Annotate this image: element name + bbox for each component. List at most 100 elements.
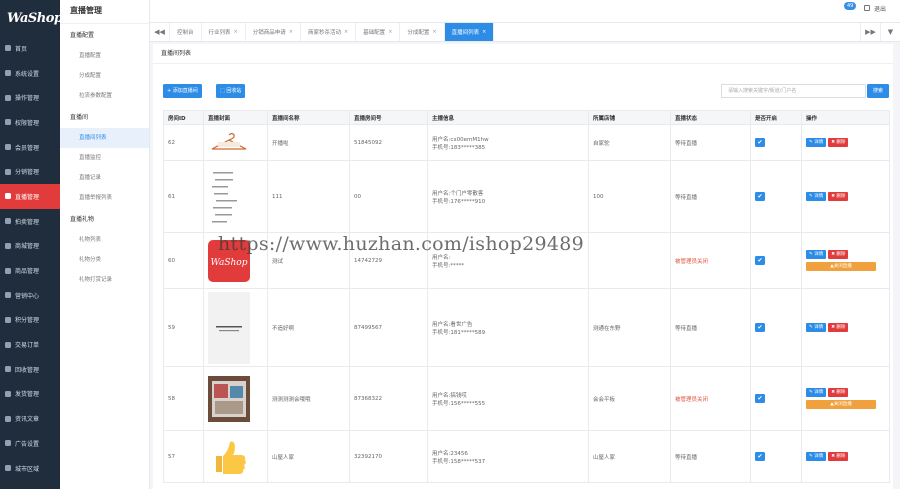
- logout-link[interactable]: 退出: [874, 4, 886, 13]
- submenu-panel: 直播管理 直播配置 直播配置 分成配置 拉流参数配置 直播间 直播间列表 直播监控 直播记录直…: [60, 0, 150, 489]
- sidebar-item-1[interactable]: 系统设置: [0, 61, 60, 86]
- tab-label: 分成配置: [407, 30, 430, 36]
- sidebar-item-12[interactable]: 交易订单: [0, 332, 60, 357]
- cell-shop: 100: [588, 160, 671, 233]
- sidebar-item-17[interactable]: 城市区域: [0, 456, 60, 481]
- tab-close-icon[interactable]: ×: [432, 29, 436, 35]
- sidebar-item-5[interactable]: 分销管理: [0, 159, 60, 184]
- recycle-bin-button[interactable]: ⬚ 回收站: [216, 84, 246, 98]
- sidebar-item-15[interactable]: 资讯文章: [0, 406, 60, 431]
- notification-badge[interactable]: 49: [844, 2, 857, 10]
- submenu-link[interactable]: 礼物列表: [60, 230, 149, 250]
- cell-room-number: 87499567: [349, 288, 428, 367]
- sidebar-item-8[interactable]: 商城管理: [0, 234, 60, 259]
- cell-room-id: 60: [163, 232, 204, 289]
- nav-item-icon: [5, 390, 11, 397]
- sidebar-item-label: 商品管理: [15, 268, 40, 276]
- tab-scroll-left-icon[interactable]: ◀◀: [150, 23, 170, 41]
- tab-close-icon[interactable]: ×: [388, 29, 392, 35]
- logout-icon[interactable]: [864, 5, 870, 11]
- tab-right-controls: ▶▶ ▼: [860, 23, 900, 41]
- sidebar-item-16[interactable]: 广告设置: [0, 431, 60, 456]
- sidebar-item-0[interactable]: 首页: [0, 36, 60, 61]
- tab-close-icon[interactable]: ×: [234, 29, 238, 35]
- submenu-link[interactable]: 礼物分类: [60, 250, 149, 270]
- enabled-checkbox[interactable]: ✔: [755, 138, 765, 147]
- action-group: ✎ 详情 ✖ 删除: [806, 192, 889, 201]
- tab-2[interactable]: 分销商品申请 ×: [246, 23, 301, 41]
- brand-logo[interactable]: WaShop 微商: [0, 0, 68, 36]
- submenu-link[interactable]: 直播监控: [60, 148, 149, 168]
- sidebar-item-11[interactable]: 积分管理: [0, 308, 60, 333]
- detail-button[interactable]: ✎ 详情: [806, 192, 827, 201]
- tab-3[interactable]: 商家秒杀活动 ×: [301, 23, 357, 41]
- detail-button[interactable]: ✎ 详情: [806, 138, 827, 147]
- tab-close-icon[interactable]: ×: [344, 29, 348, 35]
- submenu-link[interactable]: 分成配置: [60, 66, 149, 86]
- close-live-button[interactable]: ▲关闭直播: [806, 262, 876, 271]
- enabled-checkbox[interactable]: ✔: [755, 192, 765, 201]
- tab-label: 控制台: [177, 30, 194, 36]
- tab-scroll-right-icon[interactable]: ▶▶: [860, 23, 880, 41]
- submenu-link[interactable]: 直播配置: [60, 46, 149, 66]
- delete-button[interactable]: ✖ 删除: [828, 138, 849, 147]
- detail-button[interactable]: ✎ 详情: [806, 388, 827, 397]
- close-live-button[interactable]: ▲关闭直播: [806, 400, 876, 409]
- sidebar-item-13[interactable]: 回收管理: [0, 357, 60, 382]
- content-area: 直播间列表 + 添加直播间 ⬚ 回收站 请输入搜索关键字/街道/门户名 搜索 房…: [150, 42, 900, 489]
- sidebar-item-6[interactable]: 直播管理: [0, 184, 60, 209]
- enabled-checkbox[interactable]: ✔: [755, 256, 765, 265]
- column-header: 直播房间号: [349, 110, 428, 125]
- submenu-link[interactable]: 直播间列表: [60, 128, 149, 148]
- room-table: 房间ID 直播封面 直播间名称 直播房间号 主播信息 所属店铺 直播状态 是否开启 操作 62 开…: [163, 110, 890, 483]
- search-input[interactable]: 请输入搜索关键字/街道/门户名: [721, 84, 866, 98]
- tab-4[interactable]: 基础配置 ×: [356, 23, 401, 41]
- action-group: ✎ 详情 ✖ 删除 ▲关闭直播: [806, 388, 889, 409]
- sidebar-item-10[interactable]: 营销中心: [0, 283, 60, 308]
- detail-button[interactable]: ✎ 详情: [806, 250, 827, 259]
- column-header: 直播间名称: [267, 110, 350, 125]
- column-header: 是否开启: [750, 110, 802, 125]
- submenu-link[interactable]: 直播举报列表: [60, 188, 149, 208]
- tab-strip: ◀◀ 控制台 行业列表 × 分销商品申请 × 商家秒杀活动 × 基础配置 × 分成配置 × 直播间列表…: [150, 22, 900, 42]
- tab-more-icon[interactable]: ▼: [880, 23, 900, 41]
- detail-button[interactable]: ✎ 详情: [806, 452, 827, 461]
- tab-0[interactable]: 控制台: [170, 23, 202, 41]
- submenu-link[interactable]: 拉流参数配置: [60, 86, 149, 106]
- sidebar-item-14[interactable]: 发货管理: [0, 382, 60, 407]
- delete-button[interactable]: ✖ 删除: [828, 323, 849, 332]
- cell-room-name: 111: [267, 160, 350, 233]
- delete-button[interactable]: ✖ 删除: [828, 192, 849, 201]
- tab-1[interactable]: 行业列表 ×: [202, 23, 246, 41]
- enabled-checkbox[interactable]: ✔: [755, 452, 765, 461]
- cell-status: 等待直播: [670, 430, 751, 483]
- sidebar-item-4[interactable]: 会员管理: [0, 135, 60, 160]
- add-room-button[interactable]: + 添加直播间: [163, 84, 202, 98]
- sidebar-item-9[interactable]: 商品管理: [0, 258, 60, 283]
- sidebar-item-label: 交易订单: [15, 342, 40, 350]
- enabled-checkbox[interactable]: ✔: [755, 323, 765, 332]
- submenu-link[interactable]: 直播记录: [60, 168, 149, 188]
- tab-5[interactable]: 分成配置 ×: [400, 23, 445, 41]
- submenu-link[interactable]: 礼物打赏记录: [60, 270, 149, 290]
- column-header: 所属店铺: [588, 110, 671, 125]
- action-row: ✎ 详情 ✖ 删除: [806, 388, 889, 397]
- sidebar-nav: 首页 系统设置 操作管理 权限管理 会员管理 分销管理 直播管理 拍卖管理 商城管理商品管理营销…: [0, 36, 60, 489]
- tab-close-icon[interactable]: ×: [482, 29, 486, 35]
- sidebar-item-3[interactable]: 权限管理: [0, 110, 60, 135]
- delete-button[interactable]: ✖ 删除: [828, 452, 849, 461]
- cell-room-number: 00: [349, 160, 428, 233]
- nav-item-icon: [5, 242, 11, 249]
- delete-button[interactable]: ✖ 删除: [828, 388, 849, 397]
- sidebar-item-7[interactable]: 拍卖管理: [0, 209, 60, 234]
- tab-close-icon[interactable]: ×: [289, 29, 293, 35]
- tab-6[interactable]: 直播间列表 ×: [444, 23, 495, 41]
- delete-button[interactable]: ✖ 删除: [828, 250, 849, 259]
- search-button[interactable]: 搜索: [867, 84, 889, 98]
- detail-button[interactable]: ✎ 详情: [806, 323, 827, 332]
- sidebar-item-2[interactable]: 操作管理: [0, 85, 60, 110]
- sidebar-item-18[interactable]: 消息通知: [0, 480, 60, 489]
- nav-item-icon: [5, 316, 11, 323]
- cell-shop: 会会平板: [588, 366, 671, 431]
- enabled-checkbox[interactable]: ✔: [755, 394, 765, 403]
